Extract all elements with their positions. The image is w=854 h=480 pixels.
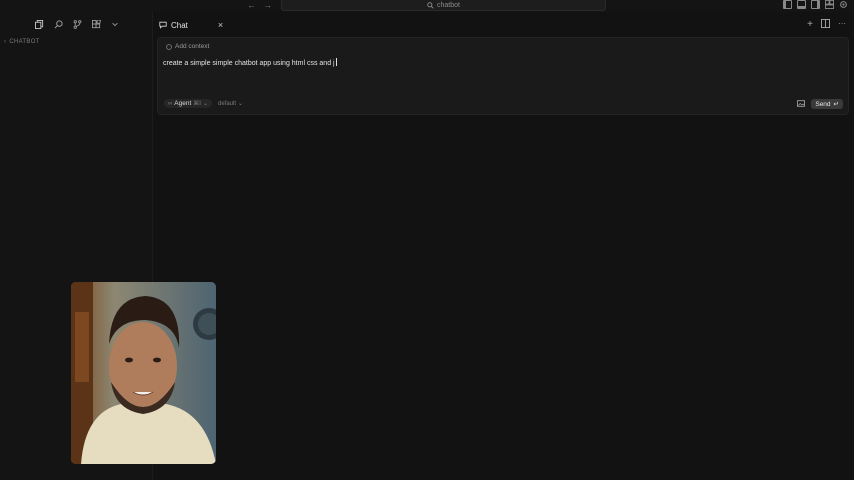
search-box-text: chatbot bbox=[437, 1, 460, 9]
back-arrow-icon[interactable]: ← bbox=[247, 0, 256, 10]
explorer-section-header[interactable]: › CHATBOT bbox=[4, 39, 40, 45]
infinity-icon: ∞ bbox=[168, 100, 173, 107]
chat-bubble-icon bbox=[159, 21, 167, 29]
explorer-icon[interactable] bbox=[34, 19, 44, 29]
attach-icon bbox=[166, 43, 172, 50]
layout-controls bbox=[783, 0, 848, 9]
new-chat-icon[interactable]: + bbox=[807, 19, 813, 31]
title-bar: ← → chatbot bbox=[0, 0, 854, 12]
settings-gear-icon[interactable] bbox=[839, 0, 848, 9]
webcam-overlay bbox=[71, 282, 216, 464]
chat-input[interactable]: create a simple simple chatbot app using… bbox=[163, 58, 337, 67]
customize-layout-icon[interactable] bbox=[825, 0, 834, 9]
toggle-panel-icon[interactable] bbox=[797, 0, 806, 9]
image-attach-icon[interactable] bbox=[797, 99, 806, 109]
composer-send-controls: Send ↵ bbox=[797, 99, 843, 109]
chevron-right-icon: › bbox=[4, 39, 7, 45]
agent-shortcut: ⌘I bbox=[193, 101, 201, 107]
chat-tab-actions: + ··· bbox=[807, 19, 846, 31]
chevron-down-icon: ⌄ bbox=[202, 101, 208, 107]
chat-tab-bar: Chat × + ··· bbox=[153, 17, 854, 35]
chevron-down-icon[interactable] bbox=[110, 19, 120, 29]
split-view-icon[interactable] bbox=[821, 19, 830, 31]
sidebar-toolbar bbox=[34, 19, 120, 29]
forward-arrow-icon[interactable]: → bbox=[263, 0, 272, 10]
agent-mode-label: Agent bbox=[174, 100, 192, 107]
send-button-label: Send bbox=[815, 100, 831, 108]
explorer-section-label: CHATBOT bbox=[9, 39, 40, 45]
model-dropdown[interactable]: default ⌄ bbox=[217, 100, 244, 108]
add-context-label: Add context bbox=[175, 43, 210, 50]
toggle-primary-sidebar-icon[interactable] bbox=[783, 0, 792, 9]
enter-key-icon: ↵ bbox=[833, 101, 839, 108]
more-actions-icon[interactable]: ··· bbox=[838, 19, 846, 31]
extensions-icon[interactable] bbox=[91, 19, 101, 29]
search-icon[interactable] bbox=[53, 19, 63, 29]
presenter-video-image bbox=[71, 282, 216, 464]
text-caret bbox=[335, 58, 337, 66]
search-icon bbox=[427, 1, 434, 9]
chat-input-text: create a simple simple chatbot app using… bbox=[163, 60, 335, 67]
toggle-secondary-sidebar-icon[interactable] bbox=[811, 0, 820, 9]
tab-chat[interactable]: Chat × bbox=[159, 17, 223, 33]
add-context-button[interactable]: Add context bbox=[166, 43, 209, 50]
send-button[interactable]: Send ↵ bbox=[811, 99, 843, 109]
agent-mode-dropdown[interactable]: ∞ Agent ⌘I ⌄ bbox=[164, 99, 212, 108]
chevron-down-icon: ⌄ bbox=[238, 101, 244, 107]
chat-composer: Add context create a simple simple chatb… bbox=[157, 37, 849, 115]
source-control-icon[interactable] bbox=[72, 19, 82, 29]
close-icon[interactable]: × bbox=[218, 20, 223, 30]
composer-mode-controls: ∞ Agent ⌘I ⌄ default ⌄ bbox=[164, 99, 243, 108]
command-search-box[interactable]: chatbot bbox=[281, 0, 606, 11]
model-label: default bbox=[217, 100, 236, 107]
tab-chat-label: Chat bbox=[171, 20, 188, 30]
